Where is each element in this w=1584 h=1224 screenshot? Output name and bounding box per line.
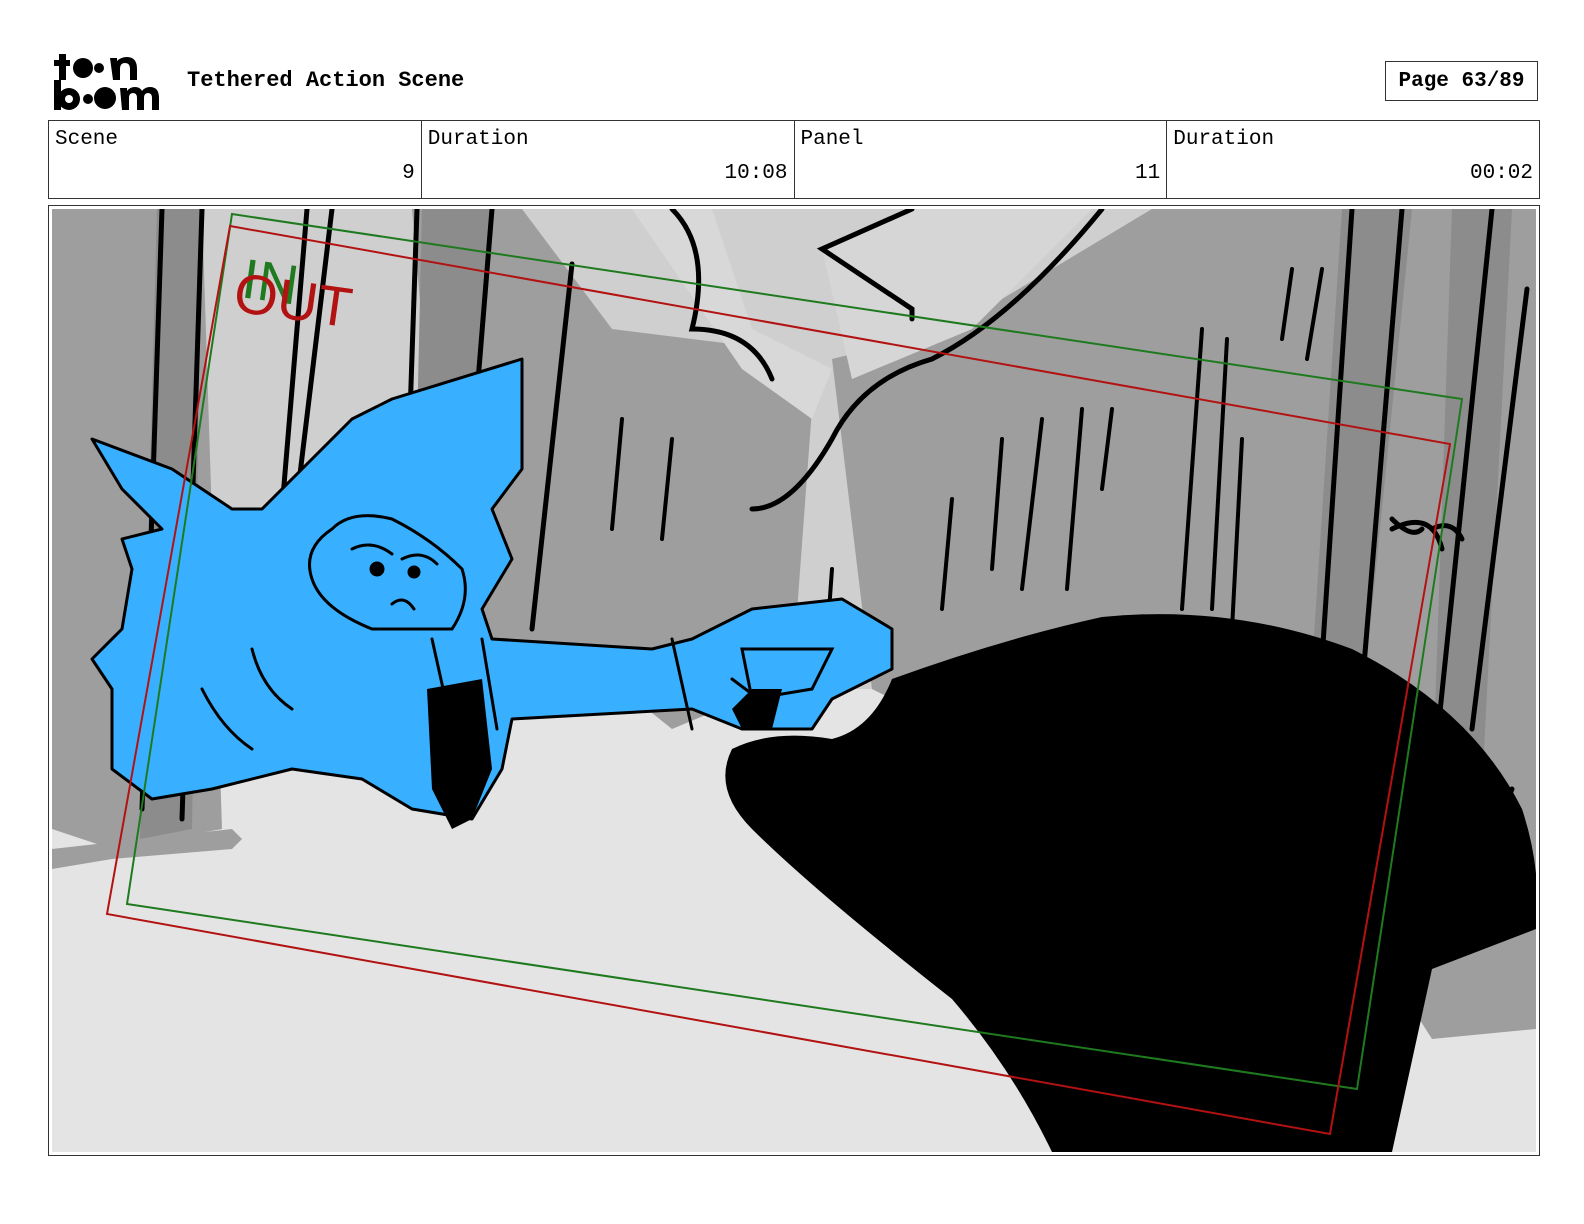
panel-duration-value: 00:02 [1469, 162, 1533, 185]
scene-value: 9 [402, 162, 415, 185]
scene-duration-value: 10:08 [724, 162, 788, 185]
storyboard-panel-frame: IN OUT [48, 205, 1540, 1156]
panel-cell: Panel 11 [795, 121, 1168, 198]
storyboard-panel-image: IN OUT [52, 209, 1536, 1152]
panel-info-table: Scene 9 Duration 10:08 Panel 11 Duration… [48, 120, 1540, 199]
scene-duration-cell: Duration 10:08 [422, 121, 795, 198]
panel-duration-cell: Duration 00:02 [1167, 121, 1539, 198]
panel-duration-label: Duration [1173, 128, 1275, 151]
toonboom-logo [50, 50, 165, 114]
document-title: Tethered Action Scene [187, 68, 465, 93]
panel-value: 11 [1135, 162, 1161, 185]
page-indicator: Page 63/89 [1385, 61, 1538, 101]
scene-label: Scene [55, 128, 119, 151]
scene-cell: Scene 9 [49, 121, 422, 198]
panel-label: Panel [800, 128, 864, 151]
scene-duration-label: Duration [427, 128, 529, 151]
